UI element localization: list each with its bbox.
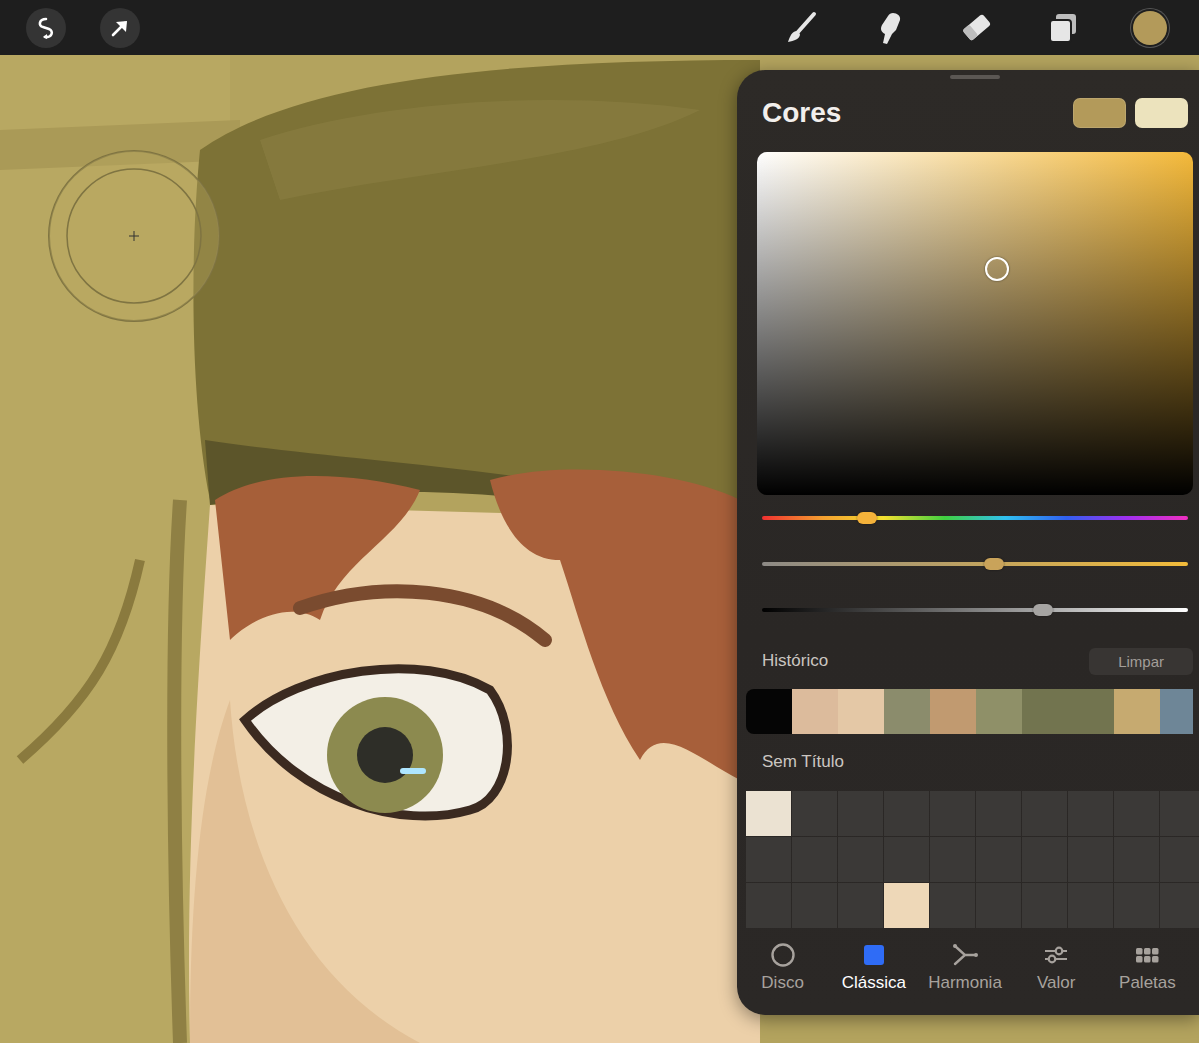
primary-swatch[interactable] bbox=[1073, 98, 1126, 128]
palette-cell[interactable] bbox=[930, 837, 975, 882]
history-swatch[interactable] bbox=[930, 689, 976, 734]
palette-cell[interactable] bbox=[884, 791, 929, 836]
selection-button[interactable] bbox=[26, 8, 66, 48]
palette-cell[interactable] bbox=[884, 837, 929, 882]
right-tools bbox=[782, 8, 1199, 48]
palette-cell[interactable] bbox=[1068, 791, 1113, 836]
palette-cell[interactable] bbox=[1160, 791, 1199, 836]
left-tools bbox=[0, 8, 140, 48]
brush-icon bbox=[784, 10, 820, 46]
palette-cell[interactable] bbox=[746, 883, 791, 928]
palette-cell[interactable] bbox=[838, 837, 883, 882]
color-field[interactable] bbox=[757, 152, 1193, 495]
hue-slider[interactable] bbox=[757, 495, 1193, 541]
top-toolbar bbox=[0, 0, 1199, 55]
disc-icon bbox=[770, 942, 796, 968]
palette-cell[interactable] bbox=[976, 837, 1021, 882]
tab-label[interactable]: Clássica bbox=[842, 973, 906, 993]
classic-icon bbox=[861, 942, 887, 968]
colors-panel: Cores Histórico Limpar Sem Título Disco Cláss… bbox=[737, 70, 1199, 1015]
palette-cell[interactable] bbox=[838, 883, 883, 928]
tab-label[interactable]: Paletas bbox=[1119, 973, 1176, 993]
current-color-icon[interactable] bbox=[1133, 11, 1167, 45]
saturation-track[interactable] bbox=[762, 562, 1188, 566]
palette-cell[interactable] bbox=[792, 837, 837, 882]
secondary-swatch[interactable] bbox=[1135, 98, 1188, 128]
palettes-icon bbox=[1134, 942, 1160, 968]
palette-cell[interactable] bbox=[930, 791, 975, 836]
color-mode-tab[interactable]: Valor bbox=[1011, 942, 1102, 993]
smudge-button[interactable] bbox=[869, 8, 909, 48]
tab-label[interactable]: Disco bbox=[761, 973, 804, 993]
color-mode-tab[interactable]: Harmonia bbox=[919, 942, 1010, 993]
palette-cell[interactable] bbox=[884, 883, 929, 928]
palette-cell[interactable] bbox=[1160, 883, 1199, 928]
history-swatch[interactable] bbox=[746, 689, 792, 734]
palette-cell[interactable] bbox=[746, 837, 791, 882]
smudge-icon bbox=[871, 10, 907, 46]
color-mode-tab[interactable]: Disco bbox=[737, 942, 828, 993]
brightness-thumb[interactable] bbox=[1033, 604, 1053, 616]
palette-cell[interactable] bbox=[746, 791, 791, 836]
palette-cell[interactable] bbox=[838, 791, 883, 836]
palette-title: Sem Título bbox=[762, 752, 844, 772]
color-mode-tab[interactable]: Clássica bbox=[828, 942, 919, 993]
history-swatch[interactable] bbox=[1114, 689, 1160, 734]
tab-label[interactable]: Valor bbox=[1037, 973, 1075, 993]
palette-cell[interactable] bbox=[976, 791, 1021, 836]
harmony-icon bbox=[952, 942, 978, 968]
history-swatch[interactable] bbox=[792, 689, 838, 734]
eraser-button[interactable] bbox=[956, 8, 996, 48]
palette-cell[interactable] bbox=[792, 883, 837, 928]
panel-title: Cores bbox=[762, 97, 841, 129]
history-swatch[interactable] bbox=[1068, 689, 1114, 734]
palette-cell[interactable] bbox=[1022, 791, 1067, 836]
palette-grid bbox=[746, 791, 1199, 928]
color-swatches bbox=[1073, 98, 1188, 128]
palette-cell[interactable] bbox=[1022, 883, 1067, 928]
history-swatch[interactable] bbox=[838, 689, 884, 734]
palette-cell[interactable] bbox=[930, 883, 975, 928]
palette-cell[interactable] bbox=[1160, 837, 1199, 882]
hue-thumb[interactable] bbox=[857, 512, 877, 524]
brightness-slider[interactable] bbox=[757, 587, 1193, 633]
history-header: Histórico Limpar bbox=[757, 645, 1193, 677]
brush-button[interactable] bbox=[782, 8, 822, 48]
palette-cell[interactable] bbox=[1022, 837, 1067, 882]
eraser-icon bbox=[958, 10, 994, 46]
brush-cursor-icon bbox=[47, 149, 221, 323]
palette-cell[interactable] bbox=[1114, 837, 1159, 882]
palette-header: Sem Título bbox=[757, 745, 1193, 779]
tab-label[interactable]: Harmonia bbox=[928, 973, 1002, 993]
transform-icon bbox=[105, 13, 135, 43]
palette-cell[interactable] bbox=[976, 883, 1021, 928]
panel-grabber[interactable] bbox=[950, 75, 1000, 79]
palette-cell[interactable] bbox=[1068, 837, 1113, 882]
color-mode-tab[interactable]: Paletas bbox=[1102, 942, 1193, 993]
brightness-track[interactable] bbox=[762, 608, 1188, 612]
clear-button[interactable]: Limpar bbox=[1089, 648, 1193, 675]
history-swatch[interactable] bbox=[976, 689, 1022, 734]
history-swatch[interactable] bbox=[1022, 689, 1068, 734]
history-swatch[interactable] bbox=[884, 689, 930, 734]
panel-header: Cores bbox=[757, 95, 1193, 131]
color-button[interactable] bbox=[1130, 8, 1170, 48]
value-icon bbox=[1043, 942, 1069, 968]
history-swatch[interactable] bbox=[1160, 689, 1193, 734]
history-swatches bbox=[746, 689, 1193, 734]
palette-cell[interactable] bbox=[1114, 883, 1159, 928]
layers-icon bbox=[1045, 10, 1081, 46]
layers-button[interactable] bbox=[1043, 8, 1083, 48]
hue-track[interactable] bbox=[762, 516, 1188, 520]
color-mode-tabs: Disco Clássica Harmonia Valor Paletas bbox=[737, 942, 1193, 993]
saturation-slider[interactable] bbox=[757, 541, 1193, 587]
selection-icon bbox=[31, 13, 61, 43]
history-title: Histórico bbox=[762, 651, 828, 671]
transform-button[interactable] bbox=[100, 8, 140, 48]
saturation-thumb[interactable] bbox=[984, 558, 1004, 570]
palette-cell[interactable] bbox=[1114, 791, 1159, 836]
palette-cell[interactable] bbox=[792, 791, 837, 836]
palette-cell[interactable] bbox=[1068, 883, 1113, 928]
color-marker[interactable] bbox=[985, 257, 1009, 281]
